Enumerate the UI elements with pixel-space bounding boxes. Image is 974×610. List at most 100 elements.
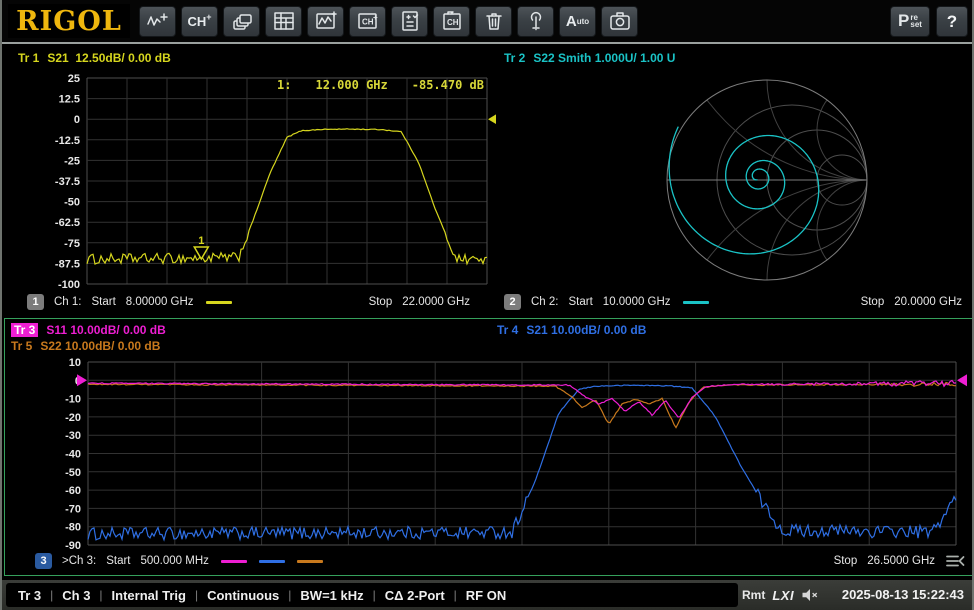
channel3-badge[interactable]: 3 xyxy=(35,553,52,569)
status-item: RF ON xyxy=(466,588,506,603)
channel1-start-label: Start xyxy=(92,296,116,308)
svg-text:-37.5: -37.5 xyxy=(55,176,80,188)
status-item: Ch 3 xyxy=(62,588,90,603)
status-item: BW=1 kHz xyxy=(300,588,363,603)
svg-text:+: + xyxy=(373,13,378,22)
trace3-swatch xyxy=(221,560,247,563)
trace2-info: S22 Smith 1.000U/ 1.00 U xyxy=(533,51,675,65)
help-button[interactable]: ? xyxy=(936,6,968,37)
svg-text:-12.5: -12.5 xyxy=(55,135,80,147)
save-state-button[interactable] xyxy=(391,6,428,37)
camera-icon xyxy=(608,9,632,33)
measurement-table-button[interactable] xyxy=(265,6,302,37)
channel2-start-label: Start xyxy=(569,296,593,308)
panel-channel1: Tr 1 S21 12.50dB/ 0.00 dB 1: 12.000 GHz … xyxy=(2,46,496,316)
auto-label-a: A xyxy=(566,14,577,29)
help-icon: ? xyxy=(947,13,957,30)
channel3-footer: 3 >Ch 3: Start 500.000 MHz Stop 26.5000 … xyxy=(5,549,973,573)
delete-button[interactable] xyxy=(475,6,512,37)
svg-text:25: 25 xyxy=(68,73,80,85)
smith-chart-ch2[interactable] xyxy=(496,70,974,288)
toolbar-right: P reset ? xyxy=(890,6,968,37)
panel-channel3-active: Tr 3 S11 10.00dB/ 0.00 dB Tr 5 S22 10.00… xyxy=(4,318,974,576)
svg-text:-30: -30 xyxy=(65,430,81,442)
clock: 2025-08-13 15:22:43 xyxy=(842,580,964,610)
menu-collapse-icon xyxy=(945,553,965,569)
chart-ch1[interactable]: 2512.50-12.5-25-37.5-50-62.5-75-87.5-100… xyxy=(2,72,496,290)
trace2-swatch xyxy=(683,301,709,304)
svg-text:-50: -50 xyxy=(64,197,80,209)
top-toolbar: RIGOL CH+ xyxy=(2,0,972,44)
channel-window-button[interactable]: CH + xyxy=(349,6,386,37)
screenshot-button[interactable] xyxy=(601,6,638,37)
status-separator: | xyxy=(288,588,291,602)
channel1-label: Ch 1: xyxy=(54,296,82,308)
channel1-stop-label: Stop xyxy=(369,296,393,308)
svg-text:-50: -50 xyxy=(65,467,81,479)
status-item: Continuous xyxy=(207,588,279,603)
trace2-header[interactable]: Tr 2 S22 Smith 1.000U/ 1.00 U xyxy=(504,51,675,65)
svg-text:-75: -75 xyxy=(64,238,80,250)
status-separator: | xyxy=(454,588,457,602)
channel3-stop-value[interactable]: 26.5000 GHz xyxy=(867,555,935,567)
svg-text:-20: -20 xyxy=(65,412,81,424)
layers-icon xyxy=(230,9,254,33)
preset-p: P xyxy=(898,11,909,31)
vna-screen: RIGOL CH+ xyxy=(0,0,974,610)
channel2-footer: 2 Ch 2: Start 10.0000 GHz Stop 20.0000 G… xyxy=(496,290,974,314)
svg-text:1: 1 xyxy=(198,235,204,247)
trace-window-button[interactable] xyxy=(307,6,344,37)
status-bar: Tr 3 | Ch 3 | Internal Trig | Continuous | BW=1 … xyxy=(2,580,972,610)
channel2-start-value[interactable]: 10.0000 GHz xyxy=(603,296,671,308)
svg-text:-25: -25 xyxy=(64,155,80,167)
trace1-info: S21 12.50dB/ 0.00 dB xyxy=(47,51,170,65)
channel3-start-value[interactable]: 500.000 MHz xyxy=(141,555,209,567)
trace2-id: Tr 2 xyxy=(504,51,525,65)
trace1-swatch xyxy=(206,301,232,304)
svg-text:-62.5: -62.5 xyxy=(55,217,80,229)
channel2-label: Ch 2: xyxy=(531,296,559,308)
svg-text:-100: -100 xyxy=(58,279,80,290)
touch-button[interactable] xyxy=(517,6,554,37)
status-items: Tr 3 | Ch 3 | Internal Trig | Continuous | BW=1 … xyxy=(6,583,738,607)
window-channel-icon: CH + xyxy=(356,9,380,33)
status-item: Internal Trig xyxy=(112,588,186,603)
channel-file-icon: CH xyxy=(440,9,464,33)
panel-channel2: Tr 2 S22 Smith 1.000U/ 1.00 U 2 Ch 2: St… xyxy=(496,46,974,316)
add-channel-button[interactable]: CH+ xyxy=(181,6,218,37)
toolbar-buttons: CH+ C xyxy=(139,6,638,37)
channel2-stop-value[interactable]: 20.0000 GHz xyxy=(894,296,962,308)
status-separator: | xyxy=(50,588,53,602)
status-separator: | xyxy=(99,588,102,602)
channel1-badge[interactable]: 1 xyxy=(27,294,44,310)
svg-text:CH: CH xyxy=(362,18,374,27)
auto-scale-button[interactable]: Auto xyxy=(559,6,596,37)
recall-channel-button[interactable]: CH xyxy=(433,6,470,37)
preset-button[interactable]: P reset xyxy=(890,6,930,37)
svg-text:-40: -40 xyxy=(65,449,81,461)
svg-text:-10: -10 xyxy=(65,394,81,406)
channel2-stop-label: Stop xyxy=(861,296,885,308)
svg-text:0: 0 xyxy=(74,114,80,126)
touch-icon xyxy=(524,9,548,33)
add-trace-button[interactable] xyxy=(139,6,176,37)
trash-icon xyxy=(482,9,506,33)
trace1-header[interactable]: Tr 1 S21 12.50dB/ 0.00 dB xyxy=(18,51,171,65)
rigol-logo: RIGOL xyxy=(8,4,130,38)
channel3-stop-label: Stop xyxy=(834,555,858,567)
channel-add-plus: + xyxy=(206,12,211,22)
svg-text:CH: CH xyxy=(447,18,459,27)
channel1-start-value[interactable]: 8.00000 GHz xyxy=(126,296,194,308)
status-item: Tr 3 xyxy=(18,588,41,603)
window-layout-button[interactable] xyxy=(223,6,260,37)
menu-collapse-button[interactable] xyxy=(945,553,965,569)
svg-text:-80: -80 xyxy=(65,522,81,534)
status-separator: | xyxy=(195,588,198,602)
window-trace-icon xyxy=(314,9,338,33)
svg-text:-70: -70 xyxy=(65,503,81,515)
chart-ch3[interactable]: 100-10-20-30-40-50-60-70-80-90 xyxy=(5,319,973,551)
channel2-badge[interactable]: 2 xyxy=(504,294,521,310)
channel1-stop-value[interactable]: 22.0000 GHz xyxy=(402,296,470,308)
state-list-icon xyxy=(398,9,422,33)
svg-text:-60: -60 xyxy=(65,485,81,497)
